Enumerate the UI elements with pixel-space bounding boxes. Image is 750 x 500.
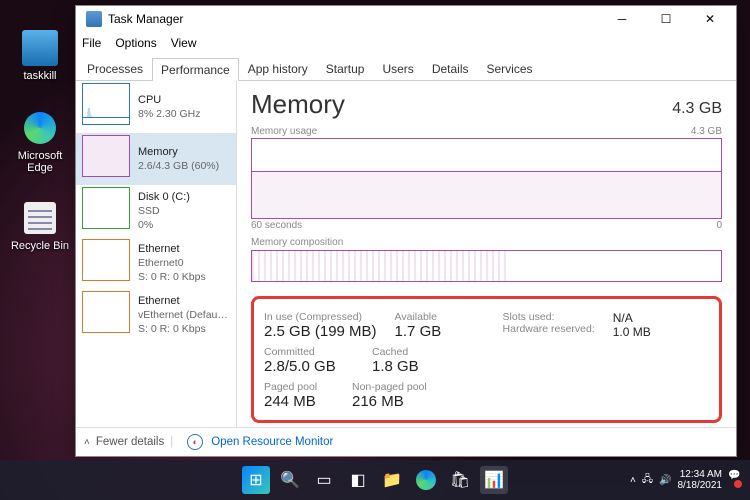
desktop-icon-recycle-bin[interactable]: Recycle Bin [10, 200, 70, 252]
memory-stats-panel: In use (Compressed)2.5 GB (199 MB) Avail… [251, 296, 722, 423]
disk-thumb [82, 187, 130, 229]
stat-label: Available [395, 311, 485, 323]
menu-options[interactable]: Options [115, 36, 156, 50]
app-icon [86, 11, 102, 27]
stat-label: Slots used: [503, 311, 595, 323]
ethernet-thumb [82, 239, 130, 281]
maximize-button[interactable]: ☐ [644, 6, 688, 32]
recycle-bin-icon [22, 200, 58, 236]
system-tray[interactable]: ˄ 🖧 🔊 12:34 AM 8/18/2021 💬 [630, 469, 744, 491]
chevron-up-icon: ˄ [84, 437, 90, 448]
edge-icon [22, 110, 58, 146]
tabstrip: Processes Performance App history Startu… [76, 54, 736, 81]
desktop-icon-label: taskkill [23, 70, 56, 82]
usage-label: Memory usage [251, 126, 317, 137]
sidebar-item-label: Disk 0 (C:) [138, 190, 190, 204]
resource-monitor-icon: ◐ [187, 434, 203, 450]
window-title: Task Manager [108, 12, 600, 26]
sidebar-item-disk[interactable]: Disk 0 (C:)SSD0% [76, 185, 236, 237]
menu-file[interactable]: File [82, 36, 101, 50]
chevron-up-icon[interactable]: ˄ [630, 475, 636, 486]
task-manager-window: Task Manager ─ ☐ ✕ File Options View Pro… [75, 5, 737, 457]
tab-processes[interactable]: Processes [78, 57, 152, 80]
stat-label: Hardware reserved: [503, 323, 595, 335]
network-icon[interactable]: 🖧 [642, 472, 653, 489]
folder-icon [22, 30, 58, 66]
stat-available: 1.7 GB [395, 323, 485, 340]
memory-total: 4.3 GB [672, 100, 722, 118]
stat-label: Non-paged pool [352, 381, 442, 393]
tab-users[interactable]: Users [373, 57, 422, 80]
task-view-icon[interactable]: ▭ [310, 466, 338, 494]
sidebar-item-memory[interactable]: Memory2.6/4.3 GB (60%) [76, 133, 236, 185]
stat-hardware-reserved: 1.0 MB [613, 325, 703, 339]
desktop: taskkill Microsoft Edge Recycle Bin Task… [0, 0, 750, 500]
stat-paged: 244 MB [264, 393, 334, 410]
menu-view[interactable]: View [171, 36, 197, 50]
stat-label: Paged pool [264, 381, 334, 393]
sidebar-item-ethernet-0[interactable]: EthernetEthernet0S: 0 R: 0 Kbps [76, 237, 236, 289]
store-icon[interactable]: 🛍 [446, 466, 474, 494]
time-axis-right: 0 [716, 220, 722, 231]
stat-label: Committed [264, 346, 354, 358]
minimize-button[interactable]: ─ [600, 6, 644, 32]
desktop-icon-label: Recycle Bin [11, 240, 69, 252]
time-axis-left: 60 seconds [251, 220, 302, 231]
tab-startup[interactable]: Startup [317, 57, 374, 80]
tab-services[interactable]: Services [478, 57, 542, 80]
cpu-thumb [82, 83, 130, 125]
stat-nonpaged: 216 MB [352, 393, 442, 410]
menubar: File Options View [76, 32, 736, 54]
task-manager-taskbar-icon[interactable]: 📊 [480, 466, 508, 494]
search-icon[interactable]: 🔍 [276, 466, 304, 494]
stat-label: Cached [372, 346, 462, 358]
composition-label: Memory composition [251, 237, 343, 248]
fewer-details-button[interactable]: Fewer details [96, 436, 164, 448]
window-footer: ˄ Fewer details | ◐ Open Resource Monito… [76, 427, 736, 456]
start-button[interactable]: ⊞ [242, 466, 270, 494]
desktop-icon-label: Microsoft Edge [18, 150, 63, 174]
close-button[interactable]: ✕ [688, 6, 732, 32]
usage-max: 4.3 GB [691, 126, 722, 137]
memory-composition-graph [251, 250, 722, 282]
sidebar-item-ethernet-1[interactable]: EthernetvEthernet (Default ...S: 0 R: 0 … [76, 289, 236, 341]
tab-details[interactable]: Details [423, 57, 478, 80]
memory-usage-graph [251, 138, 722, 219]
performance-sidebar: CPU8% 2.30 GHz Memory2.6/4.3 GB (60%) Di… [76, 81, 237, 427]
widgets-icon[interactable]: ◧ [344, 466, 372, 494]
sidebar-item-cpu[interactable]: CPU8% 2.30 GHz [76, 81, 236, 133]
sidebar-item-label: Ethernet [138, 242, 206, 256]
stat-cached: 1.8 GB [372, 358, 462, 375]
page-title: Memory [251, 89, 345, 120]
sidebar-item-label: Ethernet [138, 294, 230, 308]
stat-committed: 2.8/5.0 GB [264, 358, 354, 375]
memory-thumb [82, 135, 130, 177]
edge-taskbar-icon[interactable] [412, 466, 440, 494]
sidebar-item-label: Memory [138, 145, 219, 159]
desktop-icon-edge[interactable]: Microsoft Edge [10, 110, 70, 174]
desktop-icon-taskkill[interactable]: taskkill [10, 30, 70, 82]
ethernet-thumb [82, 291, 130, 333]
explorer-icon[interactable]: 📁 [378, 466, 406, 494]
stat-slots: N/A [613, 311, 703, 325]
tab-app-history[interactable]: App history [239, 57, 317, 80]
clock[interactable]: 12:34 AM 8/18/2021 [678, 469, 723, 491]
volume-icon[interactable]: 🔊 [659, 475, 671, 486]
performance-main: Memory 4.3 GB Memory usage 4.3 GB 60 seco… [237, 81, 736, 427]
tab-performance[interactable]: Performance [152, 58, 239, 81]
titlebar[interactable]: Task Manager ─ ☐ ✕ [76, 6, 736, 32]
sidebar-item-label: CPU [138, 93, 200, 107]
open-resource-monitor-link[interactable]: Open Resource Monitor [211, 436, 333, 448]
taskbar[interactable]: ⊞ 🔍 ▭ ◧ 📁 🛍 📊 ˄ 🖧 🔊 12:34 AM 8/18/2021 💬 [0, 460, 750, 500]
notifications-icon[interactable]: 💬 [728, 470, 744, 490]
stat-in-use: 2.5 GB (199 MB) [264, 323, 377, 340]
stat-label: In use (Compressed) [264, 311, 377, 323]
